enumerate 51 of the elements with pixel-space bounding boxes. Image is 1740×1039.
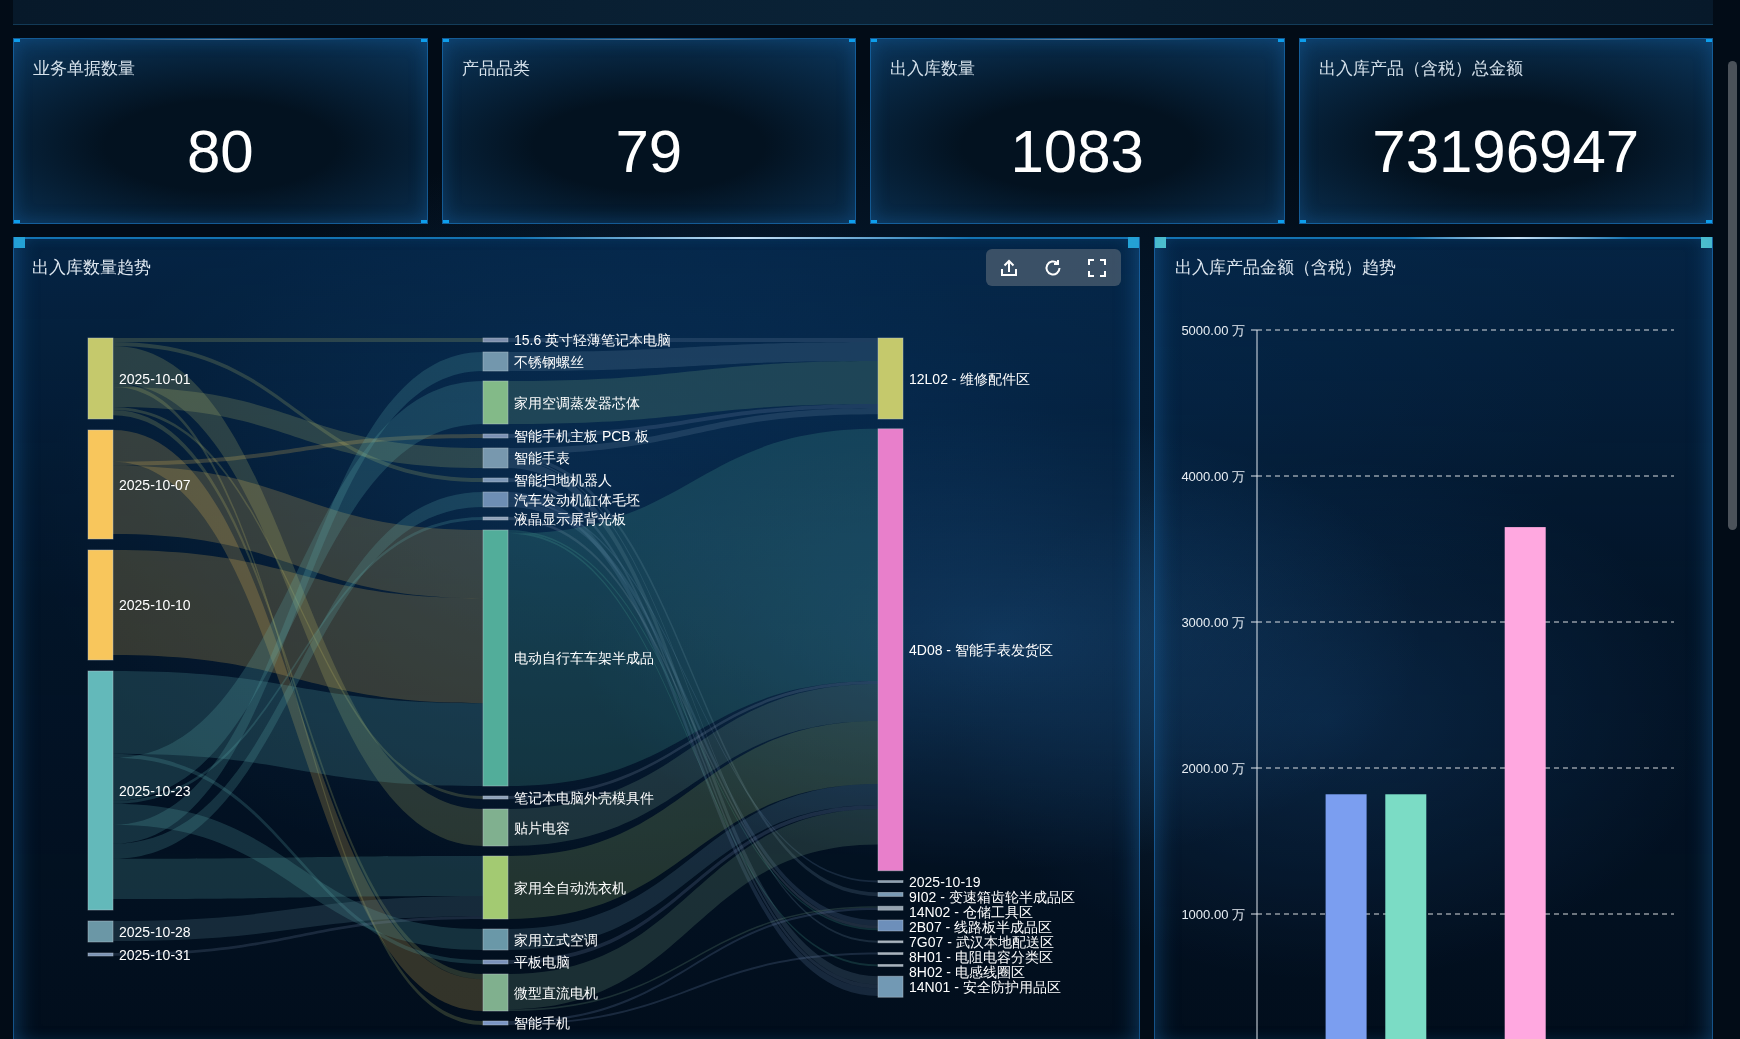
node-label: 8H02 - 电感线圈区: [909, 963, 1025, 980]
node-label: 2025-10-01: [119, 370, 191, 387]
panel-title: 出入库数量趋势: [32, 256, 151, 279]
node-label: 14N02 - 仓储工具区: [909, 903, 1033, 920]
node-label: 2025-10-07: [119, 476, 191, 493]
node-label: 微型直流电机: [514, 984, 598, 1001]
y-tick-label: 4000.00 万: [1181, 468, 1245, 484]
node-label: 2025-10-19: [909, 873, 981, 890]
stat-label: 出入库数量: [890, 58, 975, 80]
stat-value: 73196947: [1372, 122, 1640, 182]
stat-label: 出入库产品（含税）总金额: [1318, 58, 1523, 80]
stat-label: 业务单据数量: [33, 58, 135, 80]
scrollbar-thumb[interactable]: [1728, 61, 1737, 530]
upload-icon: [1000, 258, 1018, 277]
node-label: 汽车发动机缸体毛坯: [514, 491, 640, 508]
node-label: 智能扫地机器人: [514, 472, 612, 488]
refresh-icon: [1044, 258, 1062, 277]
node-label: 2B07 - 线路板半成品区: [909, 918, 1053, 935]
node-label: 2025-10-28: [119, 923, 191, 940]
node-label: 9I02 - 变速箱齿轮半成品区: [909, 888, 1075, 905]
node-label: 14N01 - 安全防护用品区: [909, 978, 1061, 995]
stat-value: 79: [615, 122, 683, 182]
stat-value: 80: [186, 122, 254, 182]
y-tick-label: 1000.00 万: [1181, 906, 1245, 922]
node-label: 液晶显示屏背光板: [514, 510, 626, 527]
panel-title: 出入库产品金额（含税）趋势: [1175, 256, 1396, 279]
node-label: 贴片电容: [514, 819, 570, 836]
node-label: 不锈钢螺丝: [514, 353, 584, 370]
node-label: 智能手表: [514, 450, 570, 466]
node-label: 7G07 - 武汉本地配送区: [909, 933, 1054, 950]
node-label: 家用全自动洗衣机: [514, 879, 626, 896]
node-label: 8H01 - 电阻电容分类区: [909, 948, 1053, 965]
node-label: 2025-10-31: [119, 946, 191, 963]
y-tick-label: 2000.00 万: [1181, 760, 1245, 776]
node-label: 2025-10-10: [119, 597, 191, 613]
node-label: 智能手机主板 PCB 板: [514, 428, 649, 444]
node-label: 4D08 - 智能手表发货区: [909, 641, 1053, 658]
node-label: 家用立式空调: [514, 931, 598, 948]
node-label: 15.6 英寸轻薄笔记本电脑: [514, 332, 672, 348]
node-label: 2025-10-23: [119, 782, 191, 799]
node-label: 电动自行车车架半成品: [514, 650, 654, 666]
node-label: 家用空调蒸发器芯体: [514, 394, 640, 411]
node-label: 智能手机: [514, 1015, 570, 1031]
node-label: 平板电脑: [514, 954, 570, 970]
stat-label: 产品品类: [461, 58, 530, 80]
fullscreen-icon: [1088, 258, 1106, 277]
y-tick-label: 5000.00 万: [1181, 322, 1245, 338]
stat-value: 1083: [1010, 122, 1144, 182]
y-tick-label: 3000.00 万: [1181, 614, 1245, 630]
node-label: 12L02 - 维修配件区: [909, 370, 1031, 387]
node-label: 笔记本电脑外壳模具件: [514, 789, 654, 806]
